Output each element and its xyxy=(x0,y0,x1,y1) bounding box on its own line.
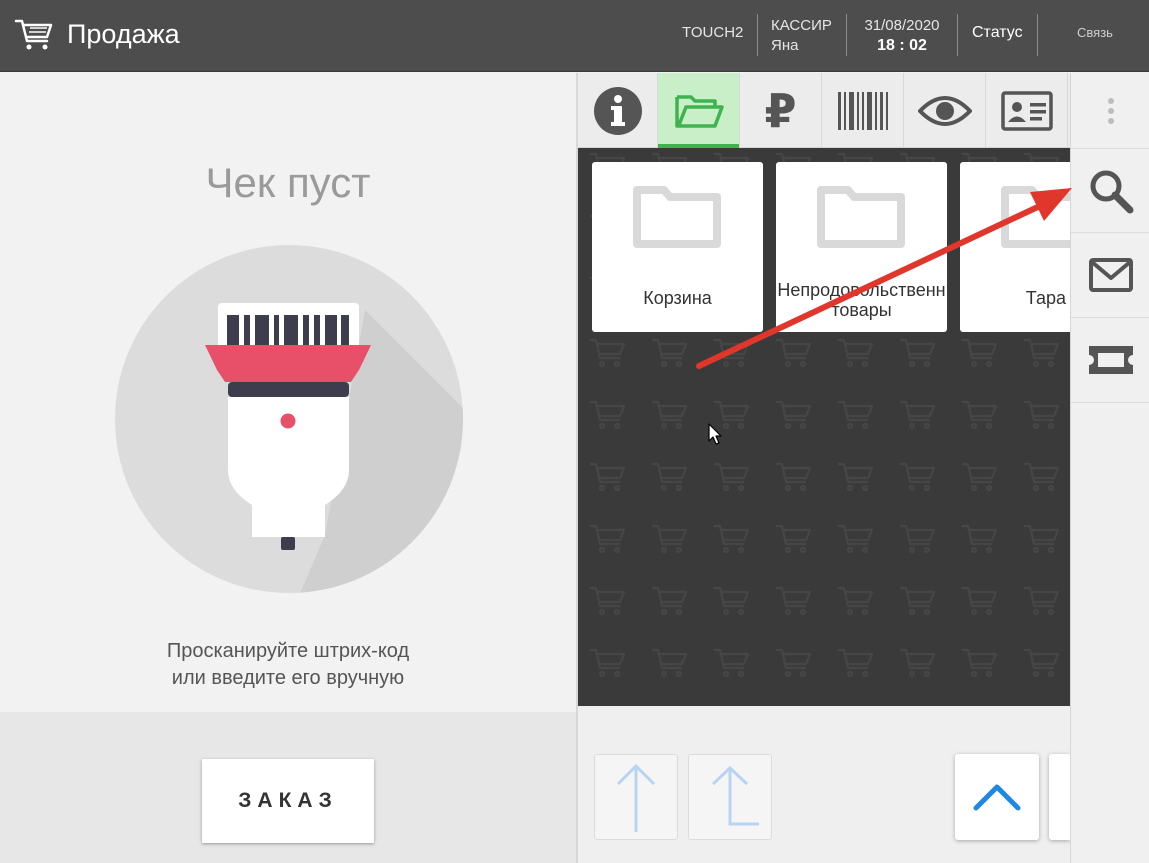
tab-info[interactable] xyxy=(578,73,658,148)
catalog-tabs: ₽ xyxy=(578,73,1070,148)
eye-icon xyxy=(917,95,972,126)
datetime: 31/08/2020 18 : 02 xyxy=(860,16,944,60)
separator xyxy=(846,14,847,56)
navigation-bar xyxy=(578,706,1070,863)
page-down-button[interactable] xyxy=(1049,754,1070,840)
cashier-info: КАССИР Яна xyxy=(771,16,832,60)
separator xyxy=(757,14,758,56)
level-up-icon xyxy=(711,765,759,826)
search-button[interactable] xyxy=(1071,148,1149,233)
product-groups-grid: Корзина Непродовольственн товары Тара xyxy=(578,148,1070,706)
info-icon xyxy=(593,86,642,135)
empty-receipt-title: Чек пуст xyxy=(205,159,371,206)
chevron-up-icon xyxy=(973,784,1021,811)
more-button[interactable] xyxy=(1071,73,1149,148)
group-label: Корзина xyxy=(643,288,712,308)
tab-price[interactable]: ₽ xyxy=(740,73,822,148)
scan-hint-line2: или введите его вручную xyxy=(171,667,405,689)
folder-icon xyxy=(817,186,905,248)
message-button[interactable] xyxy=(1071,233,1149,318)
arrow-up-icon xyxy=(616,763,656,832)
ticket-icon xyxy=(1088,346,1133,374)
barcode-icon xyxy=(837,91,888,130)
cart-icon xyxy=(14,19,53,50)
folder-open-icon xyxy=(674,94,724,128)
page-title: Продажа xyxy=(67,19,180,49)
receipt-panel: Чек пуст Просканируйте штрих-код или вве… xyxy=(0,73,576,863)
level-up-button[interactable] xyxy=(688,754,772,840)
group-tile-tare[interactable]: Тара xyxy=(960,162,1070,332)
cashier-label: КАССИР xyxy=(771,17,832,34)
id-card-icon xyxy=(1000,90,1053,131)
search-icon xyxy=(1090,170,1133,213)
scan-hint: Просканируйте штрих-код или введите его … xyxy=(0,638,576,692)
group-label-line2: товары xyxy=(831,300,892,320)
barcode-scanner-illustration xyxy=(115,245,463,593)
tab-customer-card[interactable] xyxy=(986,73,1068,148)
cashier-name: Яна xyxy=(771,37,799,54)
separator xyxy=(1037,14,1038,56)
time-text: 18 : 02 xyxy=(877,37,927,54)
group-label: Тара xyxy=(1025,288,1066,308)
folder-icon xyxy=(1001,186,1070,248)
more-vertical-icon xyxy=(1107,97,1114,124)
page-up-button[interactable] xyxy=(955,754,1039,840)
top-bar: Продажа TOUCH2 КАССИР Яна 31/08/2020 18 … xyxy=(0,0,1149,72)
group-tile-nonfood[interactable]: Непродовольственн товары xyxy=(776,162,947,332)
tab-view[interactable] xyxy=(904,73,986,148)
connection-button[interactable]: Связь xyxy=(1077,25,1113,69)
order-button[interactable]: ЗАКАЗ xyxy=(202,759,374,843)
separator xyxy=(957,14,958,56)
date-text: 31/08/2020 xyxy=(864,17,940,34)
group-label: Непродовольственн товары xyxy=(776,280,947,320)
group-tile-basket[interactable]: Корзина xyxy=(592,162,763,332)
mail-icon xyxy=(1088,258,1133,292)
tab-barcode[interactable] xyxy=(822,73,904,148)
coupon-button[interactable] xyxy=(1071,318,1149,403)
terminal-name: TOUCH2 xyxy=(682,24,744,41)
group-label-line1: Непродовольственн xyxy=(777,280,946,300)
folder-icon xyxy=(633,186,721,248)
scan-hint-line1: Просканируйте штрих-код xyxy=(166,640,410,662)
scroll-up-button[interactable] xyxy=(594,754,678,840)
tab-groups[interactable] xyxy=(658,73,740,148)
right-toolbar xyxy=(1070,73,1149,863)
status-button[interactable]: Статус xyxy=(972,24,1023,68)
ruble-icon: ₽ xyxy=(764,83,797,138)
